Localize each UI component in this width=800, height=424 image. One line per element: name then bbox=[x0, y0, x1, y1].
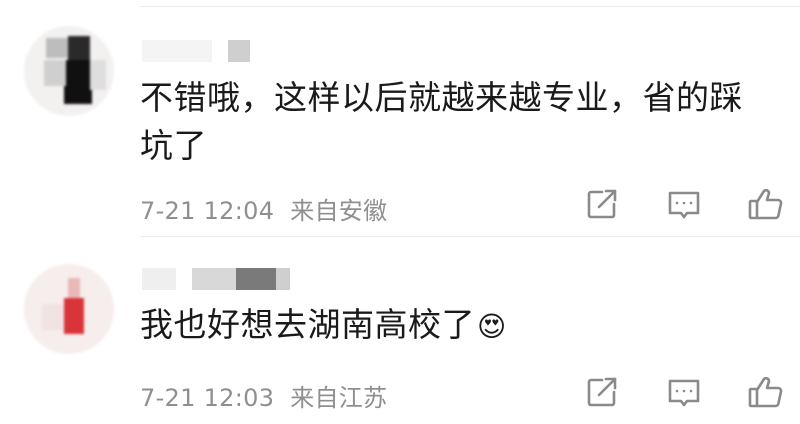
comment-actions bbox=[540, 184, 800, 224]
comment-text-body: 我也好想去湖南高校了 bbox=[140, 305, 475, 344]
like-button[interactable] bbox=[746, 184, 786, 224]
reply-button[interactable] bbox=[664, 372, 704, 412]
reply-button[interactable] bbox=[664, 184, 704, 224]
comment-time: 7-21 12:04 bbox=[140, 197, 275, 225]
comment-item: 我也好想去湖南高校了😍 7-21 12:03 来自江苏 bbox=[0, 236, 800, 424]
username[interactable] bbox=[142, 268, 292, 290]
comment-text: 我也好想去湖南高校了😍 bbox=[140, 301, 760, 351]
share-button[interactable] bbox=[582, 372, 622, 412]
thumbs-up-icon bbox=[748, 376, 783, 408]
share-icon bbox=[587, 377, 617, 407]
smiling-face-hearts-emoji: 😍 bbox=[477, 310, 507, 343]
avatar[interactable] bbox=[24, 264, 114, 354]
comment-meta: 7-21 12:03 来自江苏 bbox=[140, 378, 387, 413]
comment-actions bbox=[540, 372, 800, 412]
comment-text: 不错哦，这样以后就越来越专业，省的踩坑了 bbox=[140, 78, 743, 165]
comment-time: 7-21 12:03 bbox=[140, 384, 275, 412]
like-button[interactable] bbox=[746, 372, 786, 412]
comment-icon bbox=[668, 379, 700, 407]
comment-meta: 7-21 12:04 来自安徽 bbox=[140, 191, 387, 226]
username[interactable] bbox=[142, 40, 252, 62]
comment-location: 来自安徽 bbox=[290, 197, 388, 225]
share-button[interactable] bbox=[582, 184, 622, 224]
comment-location: 来自江苏 bbox=[290, 384, 388, 412]
comment-icon bbox=[668, 191, 700, 219]
share-icon bbox=[587, 189, 617, 219]
thumbs-up-icon bbox=[748, 188, 783, 220]
comment-item: 不错哦，这样以后就越来越专业，省的踩坑了 7-21 12:04 来自安徽 bbox=[0, 0, 800, 236]
avatar[interactable] bbox=[24, 26, 114, 116]
